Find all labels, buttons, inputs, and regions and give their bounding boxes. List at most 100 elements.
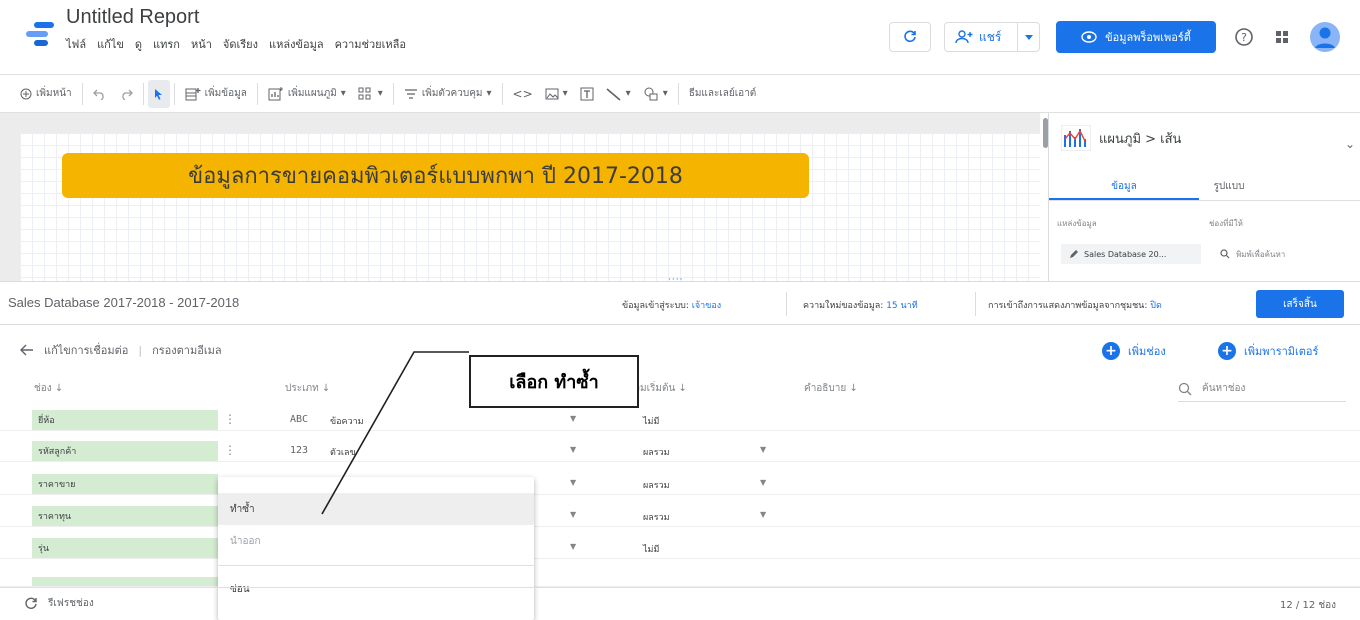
add-page-button[interactable]: เพิ่มหน้า [14,80,78,108]
field-count: 12 / 12 ช่อง [1280,600,1337,611]
line-button[interactable]: ▾ [600,80,637,108]
aggregation-value[interactable]: ผลรวม [643,445,670,459]
type-name[interactable]: ข้อความ [330,414,364,428]
help-icon[interactable]: ? [1234,27,1254,47]
avatar[interactable] [1310,22,1340,52]
aggregation-dropdown-icon[interactable]: ▼ [760,445,766,454]
type-dropdown-icon[interactable]: ▼ [570,542,576,551]
refresh-fields-button[interactable]: รีเฟรชช่อง [24,596,94,611]
toolbar: เพิ่มหน้า เพิ่มข้อมูล เพิ่มแผนภูมิ ▾ ▾ เ… [0,75,1360,113]
select-tool-button[interactable] [147,79,170,108]
apps-grid-icon[interactable] [1275,30,1289,44]
eye-icon [1081,31,1097,43]
refresh-icon [25,597,37,609]
menu-view[interactable]: ดู [135,35,142,53]
image-icon [545,88,559,99]
aggregation-value[interactable]: ไม่มี [643,542,659,556]
menu-insert[interactable]: แทรก [153,35,180,53]
plus-icon: + [1102,342,1120,360]
menu-file[interactable]: ไฟล์ [66,35,86,53]
data-source-chip[interactable]: Sales Database 20... [1061,244,1201,264]
table-row: รหัสลูกค้า ⋮ 123 ตัวเลข ▼ ผลรวม ▼ [0,440,1360,462]
data-studio-logo-icon[interactable] [24,22,56,46]
community-viz-value[interactable]: ปิด [1150,301,1162,311]
cursor-arrow-icon [154,88,162,100]
menu-resource[interactable]: แหล่งข้อมูล [269,35,324,53]
type-name[interactable]: ตัวเลข [330,445,356,459]
embed-url-button[interactable]: <> [507,80,539,108]
shape-button[interactable]: ▾ [637,80,674,108]
info-divider [975,292,976,316]
chart-type-header[interactable]: แผนภูมิ > เส้น [1061,125,1181,151]
data-properties-button[interactable]: ข้อมูลพร็อพเพอร์ตี้ [1056,21,1216,53]
more-vert-icon[interactable]: ⋮ [224,412,236,426]
search-fields-input[interactable]: ค้นหาช่อง [1178,376,1346,402]
theme-layout-button[interactable]: ธีมและเลย์เอาต์ [683,80,763,108]
field-search-input[interactable]: พิมพ์เพื่อค้นหา [1214,244,1349,264]
svg-text:?: ? [1241,31,1247,44]
menu-item-duplicate[interactable]: ทำซ้ำ [218,493,534,525]
text-box-button[interactable] [574,80,600,108]
tab-data[interactable]: ข้อมูล [1049,171,1199,200]
share-dropdown[interactable] [1017,22,1040,52]
menu-edit[interactable]: แก้ไข [97,35,124,53]
add-parameter-label: เพิ่มพารามิเตอร์ [1244,345,1319,358]
more-vert-icon[interactable]: ⋮ [224,443,236,457]
undo-button[interactable] [87,80,113,108]
report-title[interactable]: Untitled Report [66,6,199,29]
type-dropdown-icon[interactable]: ▼ [570,445,576,454]
add-data-button[interactable]: เพิ่มข้อมูล [179,80,253,108]
filter-by-email-link[interactable]: กรองตามอีเมล [152,341,221,359]
field-name[interactable]: ราคาทุน [32,506,218,526]
type-dropdown-icon[interactable]: ▼ [570,510,576,519]
back-arrow-icon[interactable] [20,344,34,356]
redo-button[interactable] [113,80,139,108]
add-field-button[interactable]: + เพิ่มช่อง [1102,342,1166,360]
image-button[interactable]: ▾ [539,80,574,108]
aggregation-value[interactable]: ผลรวม [643,510,670,524]
add-control-button[interactable]: เพิ่มตัวควบคุม ▾ [398,80,498,108]
freshness-info[interactable]: ความใหม่ของข้อมูล: 15 นาที [803,298,918,312]
column-header-field[interactable]: ช่อง ↓ [34,381,63,396]
field-name[interactable]: รหัสลูกค้า [32,441,218,461]
refresh-data-button[interactable] [889,22,931,52]
add-parameter-button[interactable]: + เพิ่มพารามิเตอร์ [1218,342,1318,360]
column-header-description[interactable]: คำอธิบาย ↓ [804,381,858,396]
menu-item-export[interactable]: นำออก [218,525,534,557]
type-dropdown-icon[interactable]: ▼ [570,478,576,487]
aggregation-dropdown-icon[interactable]: ▼ [760,510,766,519]
credentials-value[interactable]: เจ้าของ [692,301,721,311]
data-source-name: Sales Database 20... [1084,249,1167,259]
field-editor-footer: รีเฟรชช่อง 12 / 12 ช่อง [0,587,1360,620]
field-name[interactable]: ราคาขาย [32,474,218,494]
data-properties-label: ข้อมูลพร็อพเพอร์ตี้ [1105,31,1191,44]
menu-arrange[interactable]: จัดเรียง [223,35,258,53]
theme-layout-label: ธีมและเลย์เอาต์ [688,88,757,99]
field-name[interactable]: ยี่ห้อ [32,410,218,430]
community-viz-info[interactable]: การเข้าถึงการแสดงภาพข้อมูลจากชุมชน: ปิด [988,298,1162,312]
table-row: ราคาขาย ▼ ผลรวม ▼ [0,473,1360,495]
community-viz-button[interactable]: ▾ [352,80,389,108]
type-dropdown-icon[interactable]: ▼ [570,414,576,423]
toolbar-divider [142,82,144,105]
column-header-type[interactable]: ประเภท ↓ [285,381,330,396]
credentials-info[interactable]: ข้อมูลเข้าสู่ระบบ: เจ้าของ [622,298,721,312]
report-title-banner[interactable]: ข้อมูลการขายคอมพิวเตอร์แบบพกพา ปี 2017-2… [62,153,809,198]
freshness-value[interactable]: 15 นาที [886,301,917,311]
field-name[interactable]: รุ่น [32,538,218,558]
chevron-down-icon[interactable]: ⌄ [1345,137,1355,151]
field-name-partial[interactable] [32,577,218,586]
caret-down-icon: ▾ [625,88,631,99]
filter-control-icon [404,88,417,99]
menu-help[interactable]: ความช่วยเหลือ [335,35,406,53]
sort-arrow-icon: ↓ [849,383,858,394]
add-chart-button[interactable]: เพิ่มแผนภูมิ ▾ [262,80,352,108]
caret-down-icon [1025,34,1033,40]
aggregation-value[interactable]: ผลรวม [643,478,670,492]
done-button[interactable]: เสร็จสิ้น [1256,290,1344,318]
tab-style[interactable]: รูปแบบ [1199,171,1259,200]
menu-page[interactable]: หน้า [191,35,212,53]
aggregation-dropdown-icon[interactable]: ▼ [760,478,766,487]
edit-connection-link[interactable]: แก้ไขการเชื่อมต่อ [44,341,128,359]
aggregation-value[interactable]: ไม่มี [643,414,659,428]
